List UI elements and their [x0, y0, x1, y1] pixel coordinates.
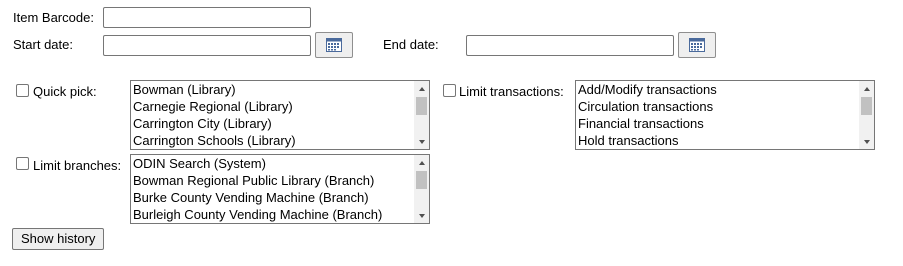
quick-pick-listbox[interactable]: Bowman (Library) Carnegie Regional (Libr… [130, 80, 430, 150]
scroll-down-arrow-icon[interactable] [414, 208, 429, 223]
limit-transactions-label: Limit transactions: [459, 84, 564, 99]
limit-branches-checkbox[interactable] [16, 157, 29, 170]
quick-pick-checkbox[interactable] [16, 84, 29, 97]
list-item[interactable]: Carnegie Regional (Library) [133, 98, 412, 115]
list-item[interactable]: ODIN Search (System) [133, 155, 412, 172]
scroll-up-arrow-icon[interactable] [414, 155, 429, 170]
show-history-button[interactable]: Show history [12, 228, 105, 250]
list-item[interactable]: Hold transactions [578, 132, 857, 149]
list-item[interactable]: Bowman Regional Public Library (Branch) [133, 172, 412, 189]
list-item[interactable]: Bowman (Library) [133, 81, 412, 98]
item-barcode-input[interactable] [103, 7, 311, 28]
list-item[interactable]: Carrington Schools (Library) [133, 132, 412, 149]
quick-pick-label: Quick pick: [33, 84, 97, 99]
list-item[interactable]: Add/Modify transactions [578, 81, 857, 98]
limit-branches-listbox[interactable]: ODIN Search (System) Bowman Regional Pub… [130, 154, 430, 224]
scrollbar[interactable] [414, 155, 429, 223]
scrollbar[interactable] [859, 81, 874, 149]
scroll-up-arrow-icon[interactable] [859, 81, 874, 96]
scroll-up-arrow-icon[interactable] [414, 81, 429, 96]
limit-transactions-checkbox[interactable] [443, 84, 456, 97]
end-date-input[interactable] [466, 35, 674, 56]
list-item[interactable]: Burleigh County Vending Machine (Branch) [133, 206, 412, 223]
scrollbar-thumb[interactable] [861, 97, 872, 115]
scrollbar[interactable] [414, 81, 429, 149]
scroll-down-arrow-icon[interactable] [859, 134, 874, 149]
end-date-label: End date: [383, 37, 439, 52]
limit-branches-label: Limit branches: [33, 158, 122, 173]
list-item[interactable]: Burke County Vending Machine (Branch) [133, 189, 412, 206]
list-item[interactable]: Circulation transactions [578, 98, 857, 115]
start-date-label: Start date: [13, 37, 73, 52]
calendar-icon [326, 38, 342, 52]
scrollbar-thumb[interactable] [416, 97, 427, 115]
item-barcode-label: Item Barcode: [13, 10, 94, 25]
scrollbar-thumb[interactable] [416, 171, 427, 189]
list-item[interactable]: Carrington City (Library) [133, 115, 412, 132]
start-date-input[interactable] [103, 35, 311, 56]
limit-transactions-listbox[interactable]: Add/Modify transactions Circulation tran… [575, 80, 875, 150]
scroll-down-arrow-icon[interactable] [414, 134, 429, 149]
calendar-icon [689, 38, 705, 52]
list-item[interactable]: Financial transactions [578, 115, 857, 132]
start-date-calendar-button[interactable] [315, 32, 353, 58]
end-date-calendar-button[interactable] [678, 32, 716, 58]
